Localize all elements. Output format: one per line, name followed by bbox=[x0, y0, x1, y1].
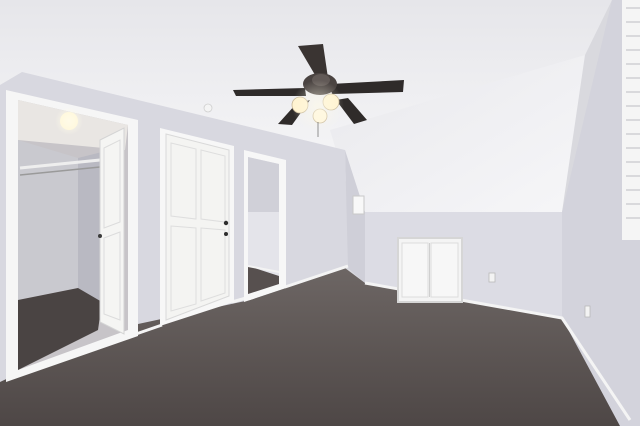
closet-door[interactable] bbox=[98, 127, 125, 335]
hallway-doorway[interactable] bbox=[244, 150, 286, 302]
door-deadbolt bbox=[224, 232, 228, 236]
smoke-detector bbox=[203, 103, 213, 113]
outlet-right-wall bbox=[584, 305, 591, 318]
outlet-knee-wall bbox=[488, 272, 496, 283]
room-illustration bbox=[0, 0, 640, 426]
door-knob bbox=[223, 220, 229, 226]
far-window bbox=[352, 195, 365, 215]
attic-access-doors[interactable] bbox=[397, 237, 463, 303]
closet-door-knob bbox=[98, 234, 102, 238]
bedroom-closet-door[interactable] bbox=[160, 128, 234, 326]
photo-room-scene bbox=[0, 0, 640, 426]
closet-side-wall bbox=[78, 152, 102, 302]
